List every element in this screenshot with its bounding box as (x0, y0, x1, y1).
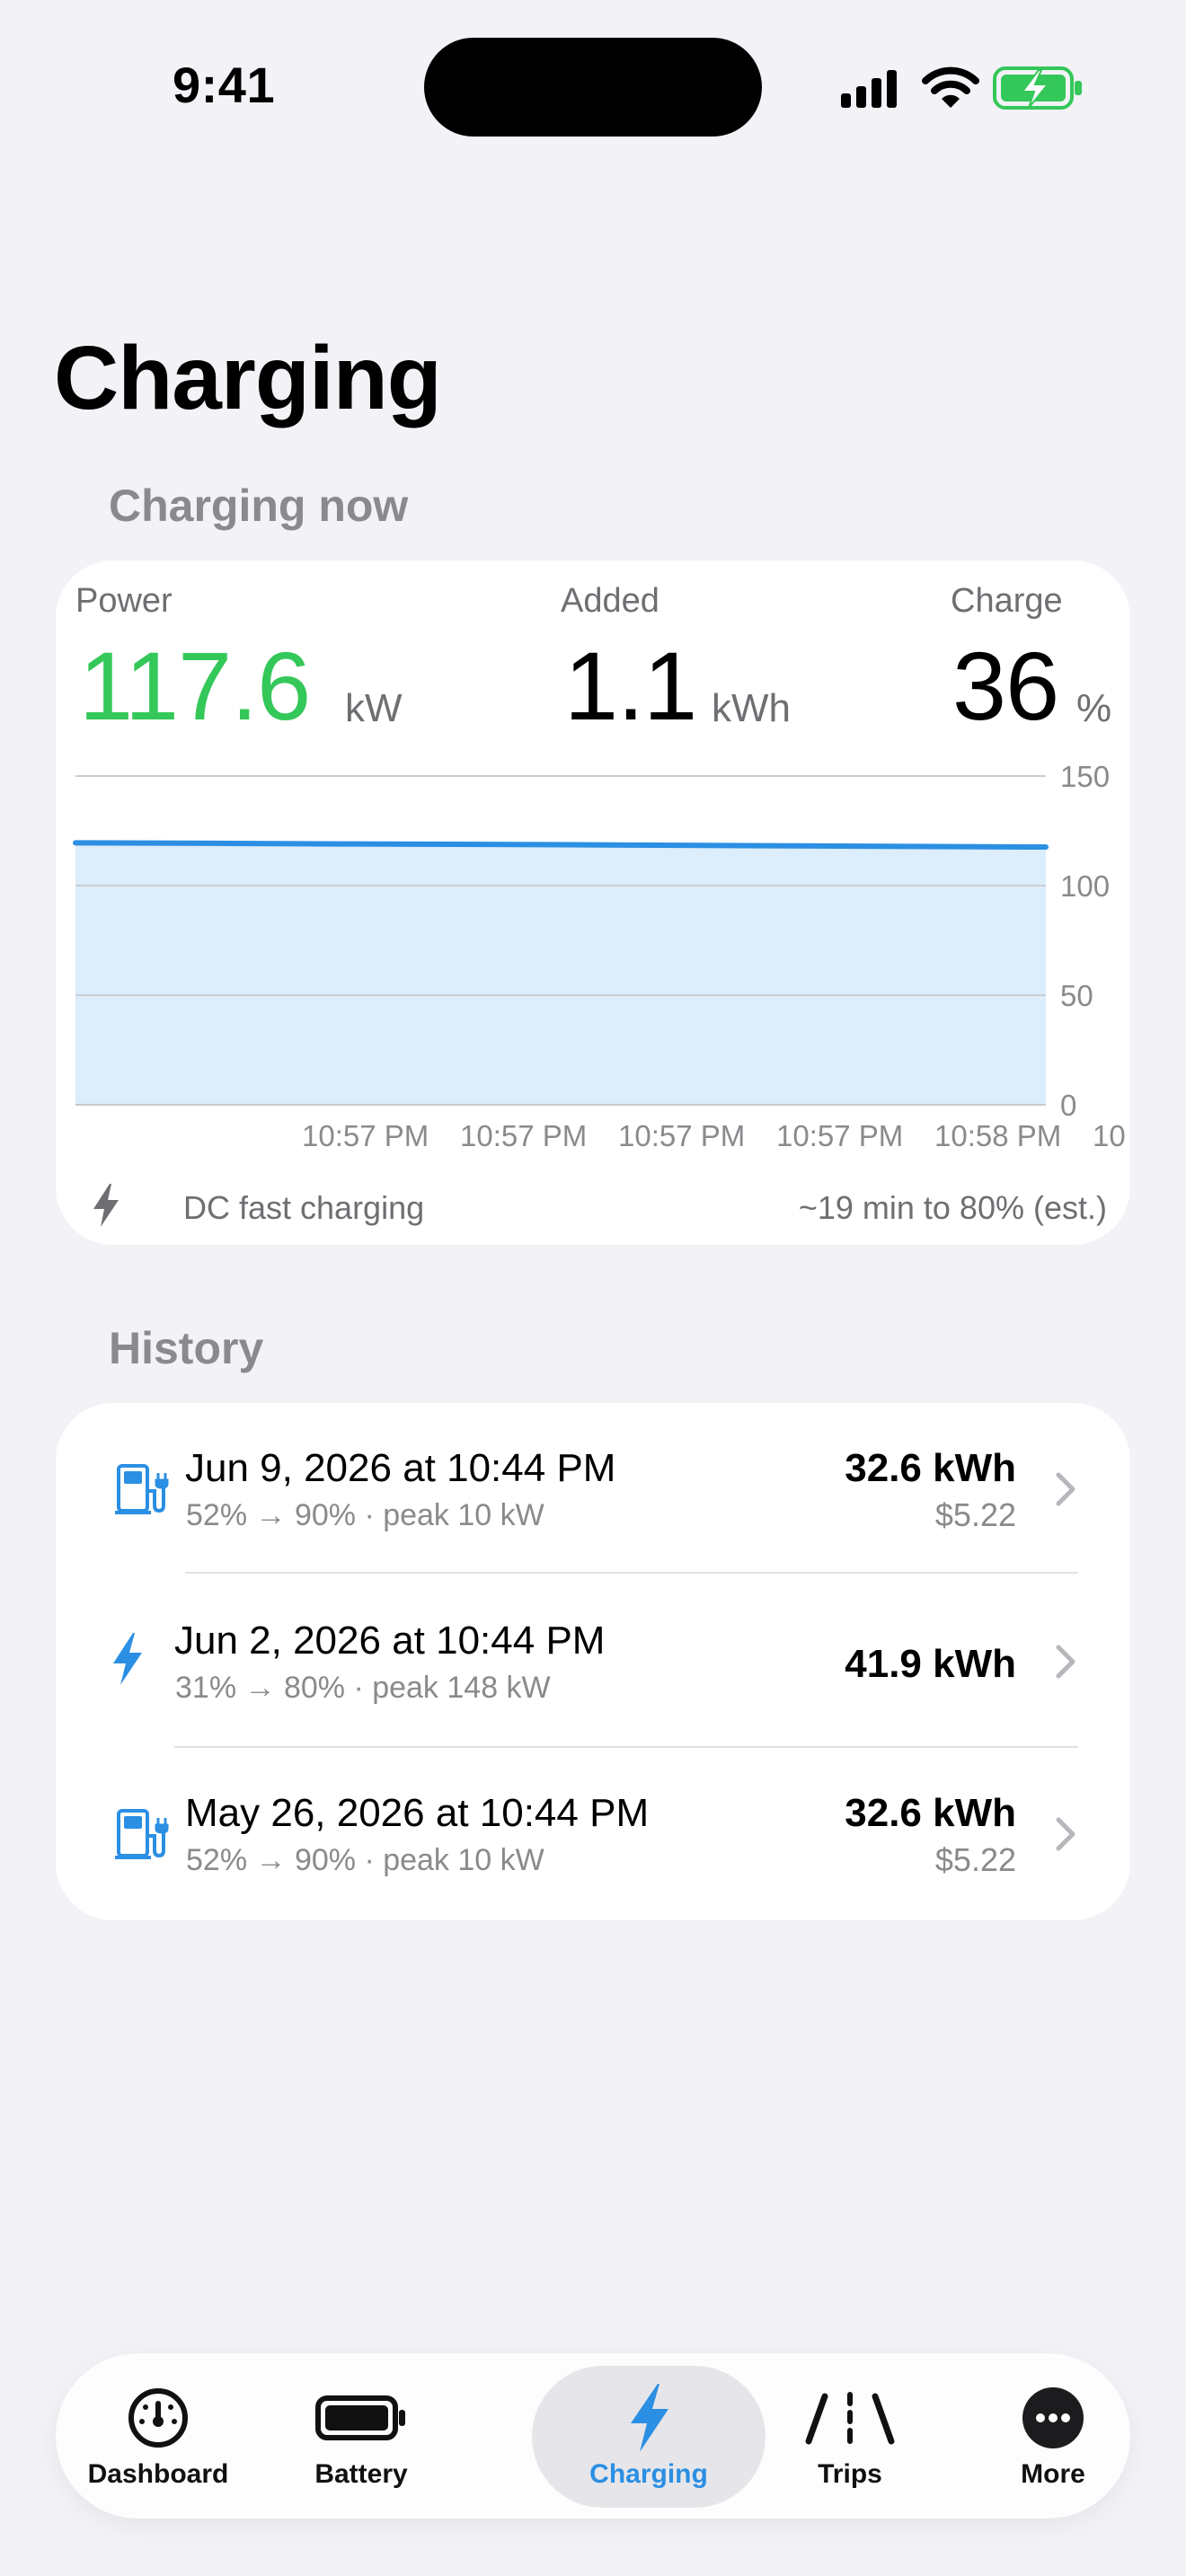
history-row-subtitle: 31% → 80% · peak 148 kW (175, 1671, 551, 1705)
power-chart: 0 50 100 150 10:57 PM 10:57 PM 10:57 PM 10:57 P… (73, 762, 1126, 1148)
history-row-title: Jun 9, 2026 at 10:44 PM (185, 1446, 616, 1490)
chevron-right-icon (1056, 1817, 1075, 1851)
history-row[interactable]: May 26, 2026 at 10:44 PM 52% → 90% · pea… (56, 1748, 1130, 1920)
fuel-pump-icon (115, 1464, 169, 1514)
history-row-energy: 41.9 kWh (845, 1642, 1016, 1686)
history-row[interactable]: Jun 2, 2026 at 10:44 PM 31% → 80% · peak… (56, 1575, 1130, 1748)
chevron-right-icon (1056, 1472, 1075, 1506)
charging-estimate-text: ~19 min to 80% (est.) (798, 1189, 1107, 1226)
battery-icon (315, 2395, 405, 2440)
wifi-icon (922, 66, 979, 108)
chevron-right-icon (1056, 1645, 1075, 1679)
chart-x-tick-label: 10 (1093, 1119, 1126, 1148)
page-title: Charging (54, 328, 442, 428)
tab-dashboard[interactable]: Dashboard (56, 2353, 261, 2519)
road-icon (805, 2392, 895, 2445)
history-row-energy: 32.6 kWh (845, 1791, 1016, 1835)
tab-label: Battery (314, 2459, 408, 2489)
bolt-icon (631, 2384, 668, 2452)
chart-y-tick-label: 50 (1060, 979, 1093, 1012)
tab-label: More (1021, 2459, 1085, 2489)
charging-now-header: Charging now (109, 481, 409, 531)
added-label: Added (561, 582, 659, 620)
history-row-title: Jun 2, 2026 at 10:44 PM (174, 1619, 606, 1663)
battery-charging-icon (993, 66, 1082, 110)
tab-battery[interactable]: Battery (259, 2353, 464, 2519)
chart-x-tick-label: 10:57 PM (460, 1119, 587, 1148)
charging-mode-text: DC fast charging (183, 1189, 425, 1226)
charge-label: Charge (951, 582, 1063, 620)
chart-y-tick-label: 150 (1060, 762, 1110, 793)
status-time: 9:41 (173, 57, 276, 113)
history-row-subtitle: 52% → 90% · peak 10 kW (186, 1843, 544, 1877)
bolt-icon (113, 1633, 142, 1685)
added-value: 1.1 (564, 631, 697, 740)
history-row-cost: $5.22 (934, 1841, 1016, 1878)
chart-y-tick-label: 100 (1060, 869, 1110, 903)
history-row-subtitle: 52% → 90% · peak 10 kW (186, 1498, 544, 1532)
tab-label: Dashboard (87, 2459, 229, 2489)
tab-label: Charging (589, 2459, 708, 2489)
power-unit: kW (345, 686, 403, 730)
tab-bar: Dashboard Battery Charging Trips More (56, 2353, 1130, 2519)
dynamic-island (424, 38, 762, 137)
cellular-signal-icon (841, 70, 897, 108)
chart-x-tick-label: 10:57 PM (776, 1119, 903, 1148)
history-header: History (109, 1323, 264, 1373)
tab-more[interactable]: More (951, 2353, 1155, 2519)
charge-unit: % (1076, 686, 1112, 730)
chart-y-tick-label: 0 (1060, 1089, 1076, 1122)
added-unit: kWh (712, 686, 791, 730)
bolt-icon (93, 1184, 119, 1227)
chart-x-tick-label: 10:57 PM (618, 1119, 745, 1148)
charge-value: 36 (952, 631, 1059, 740)
tab-charging[interactable]: Charging (546, 2353, 751, 2519)
history-row-title: May 26, 2026 at 10:44 PM (185, 1791, 650, 1835)
tab-trips[interactable]: Trips (748, 2353, 952, 2519)
chart-x-tick-label: 10:58 PM (934, 1119, 1061, 1148)
fuel-pump-icon (115, 1809, 169, 1859)
tab-label: Trips (818, 2459, 882, 2489)
speedometer-icon (128, 2388, 188, 2448)
more-icon (1022, 2387, 1084, 2448)
power-value: 117.6 (79, 631, 311, 740)
history-divider (185, 1572, 1078, 1574)
chart-area (75, 842, 1046, 1105)
power-label: Power (75, 582, 173, 620)
chart-x-tick-label: 10:57 PM (302, 1119, 429, 1148)
history-row-energy: 32.6 kWh (845, 1446, 1016, 1490)
history-row[interactable]: Jun 9, 2026 at 10:44 PM 52% → 90% · peak… (56, 1403, 1130, 1575)
history-row-cost: $5.22 (934, 1496, 1016, 1533)
